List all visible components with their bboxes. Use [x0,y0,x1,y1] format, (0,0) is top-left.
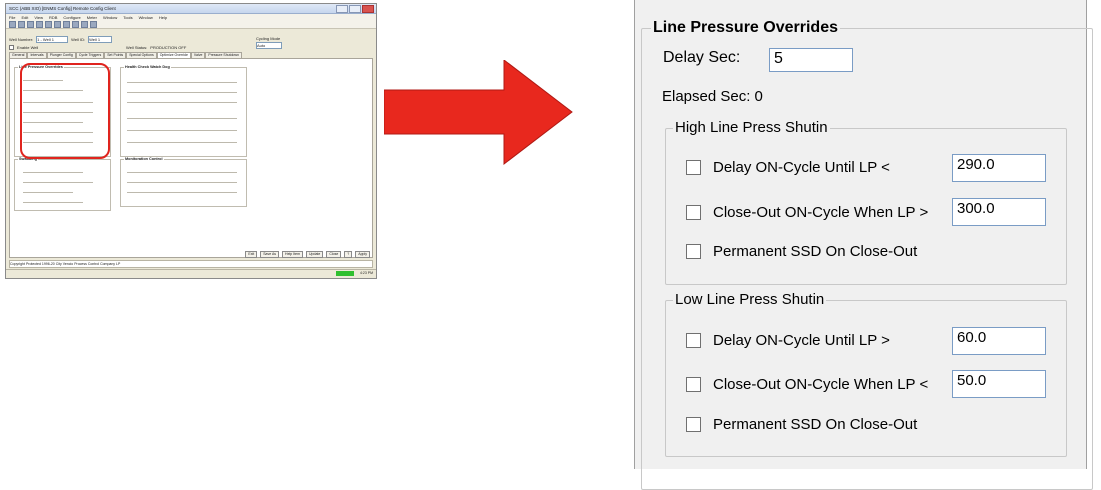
well-number-row: Well Number: 1 - Well 1 Well ID: Well 1 [9,36,113,43]
high-close-out-row: Close-Out ON-Cycle When LP > [686,204,928,221]
new-icon[interactable] [9,20,16,28]
well-id-value: Well 1 [89,37,101,42]
low-delay-checkbox[interactable] [686,333,701,348]
cycling-mode-value: Auto [257,43,266,48]
thumb-monitor-control-title: Monitoration Control [124,157,164,161]
connection-status-indicator [336,271,354,276]
cycling-mode-label: Cycling Mode [256,36,281,41]
low-close-out-checkbox[interactable] [686,377,701,392]
close-window-button[interactable] [362,4,374,13]
print-icon[interactable] [36,20,43,28]
well-id-label: Well ID: [71,37,86,42]
status-time: 4:23 PM [359,271,373,275]
low-delay-row: Delay ON-Cycle Until LP > [686,332,890,349]
cycling-mode: Cycling Mode Auto [256,36,282,49]
well-number-label: Well Number: [9,37,34,42]
thumb-health-check-title: Health Check Watch Dog [124,65,171,69]
minimize-button[interactable] [336,4,348,13]
low-ssd-row: Permanent SSD On Close-Out [686,416,917,433]
well-status-row: Well Status: PRODUCTION OFF [126,45,186,50]
well-number-select[interactable]: 1 - Well 1 [36,36,69,43]
menu-window[interactable]: Window [103,15,117,20]
cycling-mode-select[interactable]: Auto [256,42,282,49]
copyright-footer: Copyright Protected 1996-20 City Vencio … [9,260,373,268]
update-button[interactable]: Update [306,251,324,258]
high-delay-row: Delay ON-Cycle Until LP < [686,159,890,176]
application-window-thumbnail: SCC (ABB XIO) [ENMS Config] Remote Confi… [5,3,377,279]
delay-sec-field[interactable]: 5 [769,48,853,72]
save-icon[interactable] [27,20,34,28]
connect-icon[interactable] [90,20,97,28]
high-close-out-checkbox[interactable] [686,205,701,220]
status-bar: 4:23 PM [6,269,376,278]
help-item-button[interactable]: Help Item [282,251,304,258]
menu-rdb[interactable]: RDB [49,15,57,20]
copy-icon[interactable] [54,20,61,28]
menu-tools[interactable]: Tools [123,15,132,20]
high-ssd-row: Permanent SSD On Close-Out [686,243,917,260]
window-title: SCC (ABB XIO) [ENMS Config] Remote Confi… [9,6,116,11]
open-icon[interactable] [18,20,25,28]
help-button[interactable]: ? [344,251,353,258]
window-titlebar: SCC (ABB XIO) [ENMS Config] Remote Confi… [6,4,376,14]
menu-view[interactable]: View [34,15,43,20]
maximize-button[interactable] [349,4,361,13]
red-arrow-icon [384,60,573,166]
high-line-press-shutin-title: High Line Press Shutin [673,119,830,136]
thumb-swabbing-group: Swabbing [14,157,111,211]
menu-window-2[interactable]: Window [139,15,153,20]
well-number-value: 1 - Well 1 [37,37,54,42]
high-close-out-label: Close-Out ON-Cycle When LP > [713,204,929,221]
highlight-circle [20,63,110,159]
low-delay-label: Delay ON-Cycle Until LP > [713,332,890,349]
apply-button[interactable]: Apply [355,251,370,258]
menu-configure[interactable]: Configure [63,15,80,20]
delay-sec-label: Delay Sec: [663,49,741,66]
low-delay-value-field[interactable]: 60.0 [952,327,1046,355]
high-delay-value-field[interactable]: 290.0 [952,154,1046,182]
low-close-out-value-field[interactable]: 50.0 [952,370,1046,398]
menu-help[interactable]: Help [159,15,167,20]
low-line-press-shutin-title: Low Line Press Shutin [673,291,827,308]
low-close-out-label: Close-Out ON-Cycle When LP < [713,376,929,393]
menu-edit[interactable]: Edit [21,15,28,20]
elapsed-sec-label: Elapsed Sec: 0 [662,88,763,105]
low-close-out-row: Close-Out ON-Cycle When LP < [686,376,928,393]
undo-icon[interactable] [72,20,79,28]
well-status-value: PRODUCTION OFF [150,45,187,50]
cut-icon[interactable] [45,20,52,28]
menu-meter[interactable]: Meter [87,15,97,20]
low-ssd-checkbox[interactable] [686,417,701,432]
thumb-monitor-control-group: Monitoration Control [120,157,247,207]
close-button[interactable]: Close [326,251,342,258]
enable-well-label: Enable Well [17,45,39,50]
exit-button[interactable]: Exit [245,251,258,258]
well-status-label: Well Status: [126,45,148,50]
well-id-field[interactable]: Well 1 [88,36,113,43]
high-ssd-label: Permanent SSD On Close-Out [713,243,918,260]
save-as-button[interactable]: Save As [260,251,280,258]
dialog-buttons: Exit Save As Help Item Update Close ? Ap… [245,251,370,258]
high-delay-checkbox[interactable] [686,160,701,175]
group-title: Line Pressure Overrides [651,19,840,37]
enable-well-checkbox[interactable] [9,45,14,50]
thumb-health-check-group: Health Check Watch Dog [120,65,247,157]
paste-icon[interactable] [63,20,70,28]
high-close-out-value-field[interactable]: 300.0 [952,198,1046,226]
line-pressure-overrides-panel: Line Pressure Overrides Delay Sec: 5 Ela… [634,0,1093,490]
high-delay-label: Delay ON-Cycle Until LP < [713,159,890,176]
menu-file[interactable]: File [9,15,15,20]
low-ssd-label: Permanent SSD On Close-Out [713,416,918,433]
toolbar [6,20,376,29]
enable-well-row: Enable Well [9,45,38,50]
high-ssd-checkbox[interactable] [686,244,701,259]
refresh-icon[interactable] [81,20,88,28]
